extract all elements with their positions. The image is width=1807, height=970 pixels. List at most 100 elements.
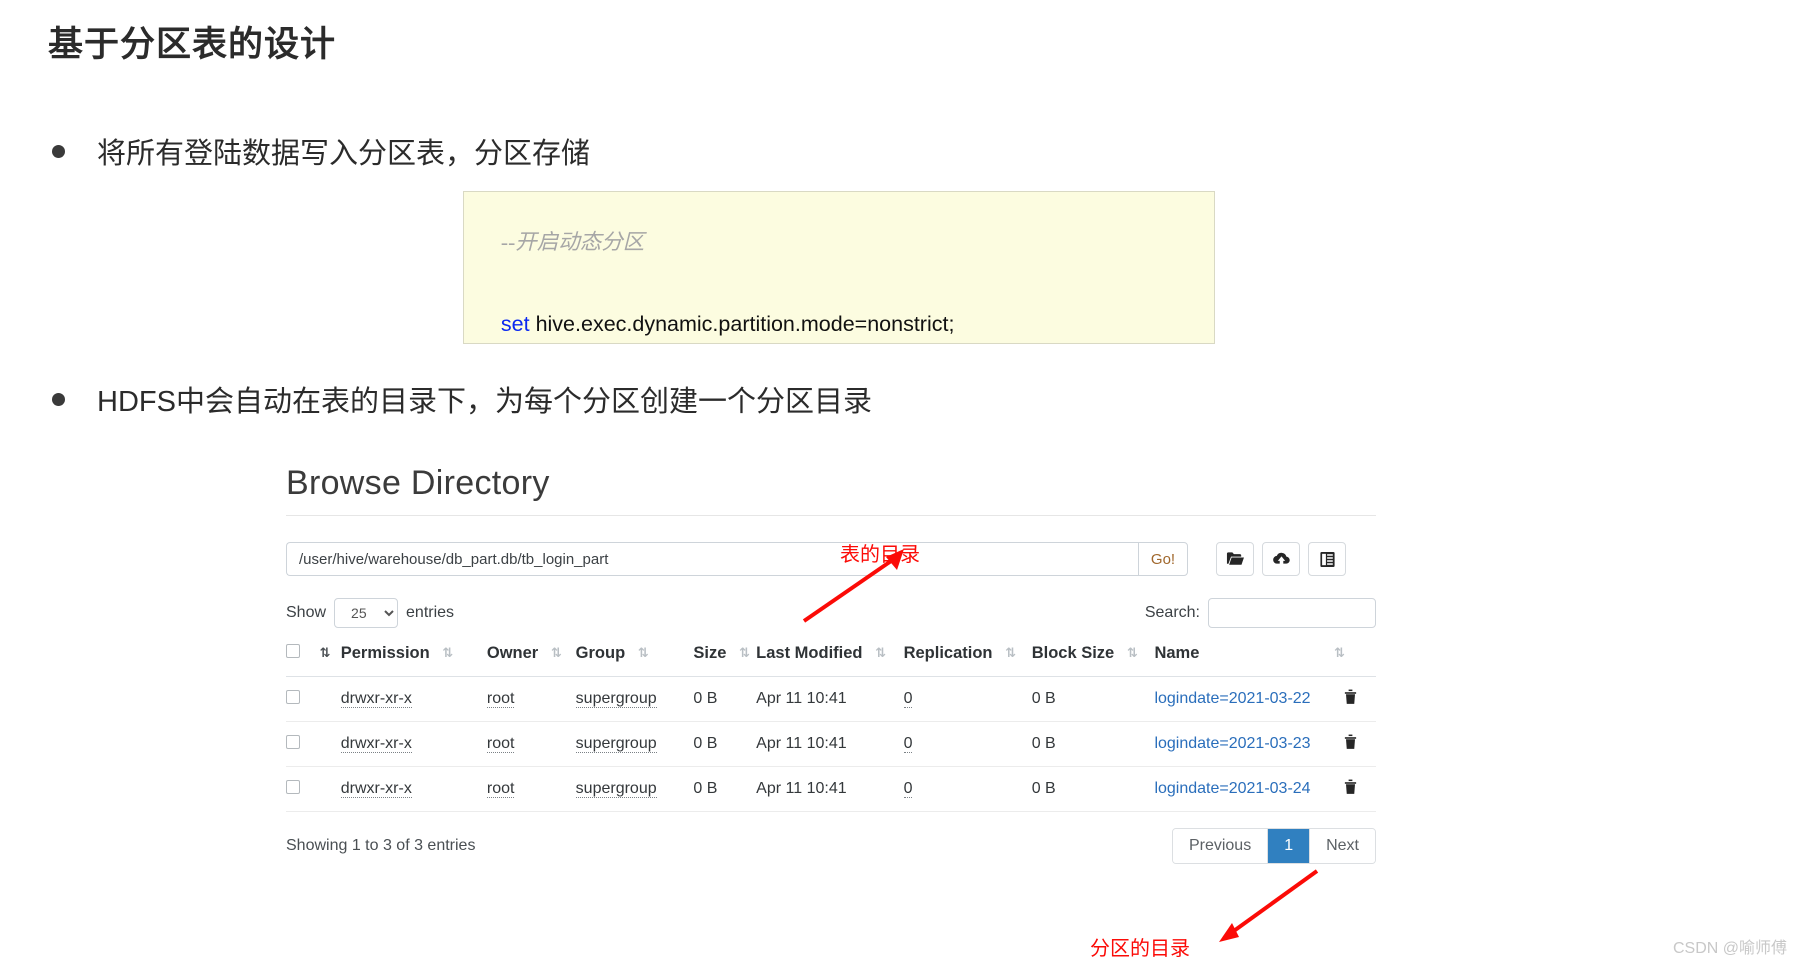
upload-icon: [1272, 551, 1291, 568]
column-header-size[interactable]: Size ⇅: [693, 644, 757, 677]
sort-icon-name[interactable]: ⇅: [1334, 645, 1345, 661]
sort-icon-last-modified[interactable]: ⇅: [875, 645, 886, 661]
replication-value[interactable]: 0: [903, 780, 913, 798]
watermark: CSDN @喻师傅: [1672, 940, 1787, 957]
group-value[interactable]: supergroup: [575, 780, 657, 798]
row-type-cell: [311, 766, 341, 812]
group-value[interactable]: supergroup: [575, 735, 657, 753]
column-header-block-size[interactable]: Block Size ⇅: [1031, 644, 1155, 677]
search-input[interactable]: [1208, 598, 1376, 628]
type-sort-header[interactable]: ⇅: [311, 644, 341, 677]
row-checkbox[interactable]: [286, 779, 300, 794]
bullet-marker-icon: [52, 392, 65, 406]
directory-name-link[interactable]: logindate=2021-03-22: [1154, 690, 1310, 707]
owner-value[interactable]: root: [486, 690, 515, 708]
sort-icon-replication[interactable]: ⇅: [1005, 645, 1016, 661]
table-controls: Show 25 entries Search:: [286, 598, 1376, 628]
cell-name: logindate=2021-03-22: [1154, 676, 1343, 722]
table-row: drwxr-xr-x root supergroup 0 B Apr 11 10…: [286, 676, 1376, 722]
directory-listing-table: ⇅ Permission ⇅ Owner ⇅ Group ⇅ Size ⇅ La…: [286, 644, 1376, 812]
group-value[interactable]: supergroup: [575, 690, 657, 708]
column-label-name: Name: [1154, 644, 1200, 662]
row-type-cell: [311, 676, 341, 722]
row-checkbox[interactable]: [286, 734, 300, 749]
permission-value[interactable]: drwxr-xr-x: [340, 690, 412, 708]
cell-owner: root: [486, 721, 576, 767]
entries-per-page-select[interactable]: 25: [334, 598, 399, 628]
cut-file-icon-button[interactable]: [1308, 542, 1346, 576]
column-header-permission[interactable]: Permission ⇅: [340, 644, 487, 677]
cell-replication: 0: [903, 721, 1032, 767]
column-header-last-modified[interactable]: Last Modified ⇅: [756, 644, 904, 677]
page-button-1[interactable]: 1: [1268, 829, 1311, 863]
cell-group: supergroup: [575, 766, 694, 812]
go-button[interactable]: Go!: [1138, 542, 1188, 576]
upload-icon-button[interactable]: [1262, 542, 1300, 576]
code-line-1: --开启动态分区: [477, 201, 1214, 284]
entries-label: entries: [406, 604, 455, 621]
trash-icon[interactable]: [1343, 689, 1358, 709]
next-page-button[interactable]: Next: [1310, 829, 1375, 863]
column-header-name[interactable]: Name ⇅: [1154, 644, 1345, 677]
search-label: Search:: [1144, 604, 1200, 621]
directory-name-link[interactable]: logindate=2021-03-23: [1154, 735, 1310, 752]
permission-value[interactable]: drwxr-xr-x: [340, 780, 412, 798]
column-label-block-size: Block Size: [1031, 644, 1115, 662]
sort-icon-group[interactable]: ⇅: [638, 645, 649, 661]
directory-name-link[interactable]: logindate=2021-03-24: [1154, 780, 1310, 797]
trash-icon[interactable]: [1343, 734, 1358, 754]
column-label-replication: Replication: [903, 644, 993, 662]
cell-owner: root: [486, 766, 576, 812]
show-entries-control: Show 25 entries: [286, 598, 454, 628]
cell-replication: 0: [903, 766, 1032, 812]
showing-entries-info: Showing 1 to 3 of 3 entries: [286, 837, 476, 854]
toolbar-icon-group: [1216, 542, 1346, 576]
column-label-last-modified: Last Modified: [756, 644, 863, 662]
replication-value[interactable]: 0: [903, 735, 913, 753]
row-select-cell: [286, 721, 312, 767]
path-toolbar: Go!: [286, 542, 1376, 576]
cell-size: 0 B: [693, 766, 757, 812]
show-label: Show: [286, 604, 327, 621]
cut-file-icon: [1319, 551, 1336, 568]
table-header-row: ⇅ Permission ⇅ Owner ⇅ Group ⇅ Size ⇅ La…: [286, 644, 1376, 677]
column-header-replication[interactable]: Replication ⇅: [903, 644, 1032, 677]
pagination: Previous 1 Next: [1171, 828, 1376, 864]
code-text-set-rest: hive.exec.dynamic.partition.mode=nonstri…: [529, 312, 955, 336]
owner-value[interactable]: root: [486, 735, 515, 753]
bullet-item-2: HDFS中会自动在表的目录下，为每个分区创建一个分区目录: [52, 378, 872, 420]
trash-icon[interactable]: [1343, 779, 1358, 799]
folder-open-icon-button[interactable]: [1216, 542, 1254, 576]
heading-divider: [286, 515, 1376, 516]
sort-icon-type[interactable]: ⇅: [320, 645, 331, 661]
sort-icon-block-size[interactable]: ⇅: [1127, 645, 1138, 661]
cell-name: logindate=2021-03-24: [1154, 766, 1343, 812]
column-header-group[interactable]: Group ⇅: [575, 644, 694, 677]
sort-icon-permission[interactable]: ⇅: [442, 645, 453, 661]
directory-path-input[interactable]: [286, 542, 1138, 576]
table-body: drwxr-xr-x root supergroup 0 B Apr 11 10…: [286, 676, 1376, 812]
cell-last-modified: Apr 11 10:41: [756, 766, 904, 812]
cell-group: supergroup: [575, 676, 694, 722]
sort-icon-owner[interactable]: ⇅: [551, 645, 562, 661]
code-line-2: set hive.exec.dynamic.partition.mode=non…: [477, 284, 1214, 344]
table-row: drwxr-xr-x root supergroup 0 B Apr 11 10…: [286, 766, 1376, 812]
search-control: Search:: [1145, 598, 1376, 628]
cell-owner: root: [486, 676, 576, 722]
row-checkbox[interactable]: [286, 689, 300, 704]
cell-permission: drwxr-xr-x: [340, 721, 487, 767]
table-row: drwxr-xr-x root supergroup 0 B Apr 11 10…: [286, 721, 1376, 767]
select-all-header: [286, 644, 312, 677]
permission-value[interactable]: drwxr-xr-x: [340, 735, 412, 753]
select-all-checkbox[interactable]: [286, 644, 300, 658]
sort-icon-size[interactable]: ⇅: [739, 645, 750, 661]
column-header-owner[interactable]: Owner ⇅: [486, 644, 576, 677]
cell-last-modified: Apr 11 10:41: [756, 721, 904, 767]
replication-value[interactable]: 0: [903, 690, 913, 708]
annotation-partition-directory: 分区的目录: [1090, 938, 1190, 960]
cell-delete: [1342, 766, 1376, 812]
cell-block-size: 0 B: [1031, 721, 1155, 767]
owner-value[interactable]: root: [486, 780, 515, 798]
previous-page-button[interactable]: Previous: [1172, 829, 1269, 863]
bullet-item-1: 将所有登陆数据写入分区表，分区存储: [52, 130, 590, 172]
